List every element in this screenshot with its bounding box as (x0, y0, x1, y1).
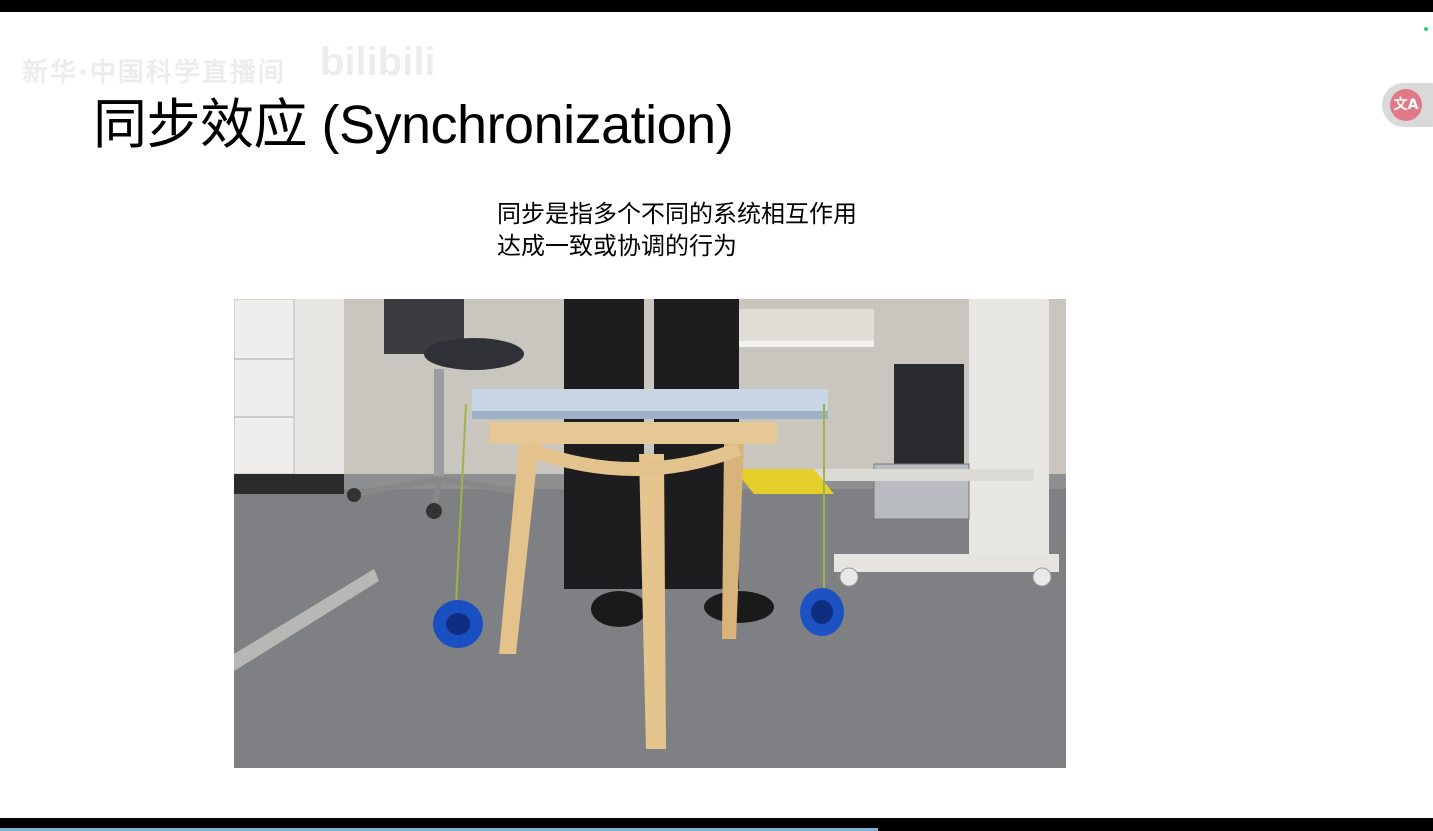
video-scene (234, 299, 1066, 768)
status-dot (1424, 27, 1428, 31)
slide-title: 同步效应 (Synchronization) (93, 95, 734, 155)
description-line-1: 同步是指多个不同的系统相互作用 (497, 200, 857, 228)
top-bar (0, 0, 1433, 12)
presentation-slide: 新华·中国科学直播间 bilibili 同步效应 (Synchronizatio… (0, 12, 1433, 818)
description-line-2: 达成一致或协调的行为 (497, 232, 737, 260)
bilibili-watermark-logo: bilibili (320, 40, 436, 84)
video-progress-bar[interactable] (0, 818, 1433, 831)
translate-icon: 文A (1390, 89, 1422, 121)
translate-button[interactable]: 文A (1382, 83, 1433, 127)
slide-description: 同步是指多个不同的系统相互作用 达成一致或协调的行为 (497, 198, 857, 262)
video-frame[interactable] (234, 299, 1066, 768)
